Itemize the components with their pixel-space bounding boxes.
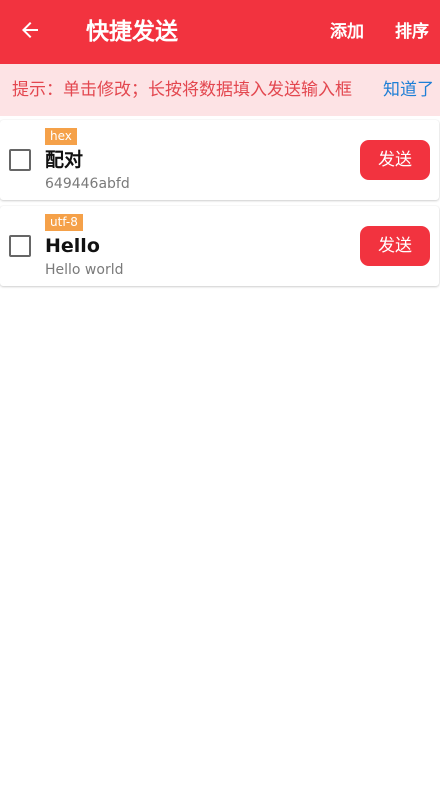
encoding-badge: utf-8 [45, 214, 83, 231]
list-item[interactable]: hex 配对 649446abfd 发送 [0, 120, 439, 200]
item-name: Hello [45, 235, 100, 257]
hint-text: 提示：单击修改；长按将数据填入发送输入框 [12, 80, 352, 100]
list-item[interactable]: utf-8 Hello Hello world 发送 [0, 206, 439, 286]
item-checkbox[interactable] [9, 235, 31, 257]
send-button[interactable]: 发送 [360, 140, 430, 180]
arrow-left-icon [22, 22, 38, 38]
app-bar: 快捷发送 添加 排序 [0, 0, 440, 64]
dismiss-hint-button[interactable]: 知道了 [383, 64, 434, 116]
item-checkbox[interactable] [9, 149, 31, 171]
item-data: 649446abfd [45, 176, 130, 192]
quick-send-screen: 快捷发送 添加 排序 提示：单击修改；长按将数据填入发送输入框 知道了 hex … [0, 0, 440, 790]
item-name: 配对 [45, 149, 84, 171]
encoding-badge: hex [45, 128, 77, 145]
quick-send-list: hex 配对 649446abfd 发送 utf-8 Hello Hello w… [0, 120, 440, 292]
hint-banner: 提示：单击修改；长按将数据填入发送输入框 知道了 [0, 64, 440, 116]
sort-button[interactable]: 排序 [395, 0, 429, 64]
back-button[interactable] [8, 8, 52, 52]
add-button[interactable]: 添加 [330, 0, 364, 64]
item-data: Hello world [45, 262, 124, 278]
page-title: 快捷发送 [86, 19, 178, 45]
send-button[interactable]: 发送 [360, 226, 430, 266]
